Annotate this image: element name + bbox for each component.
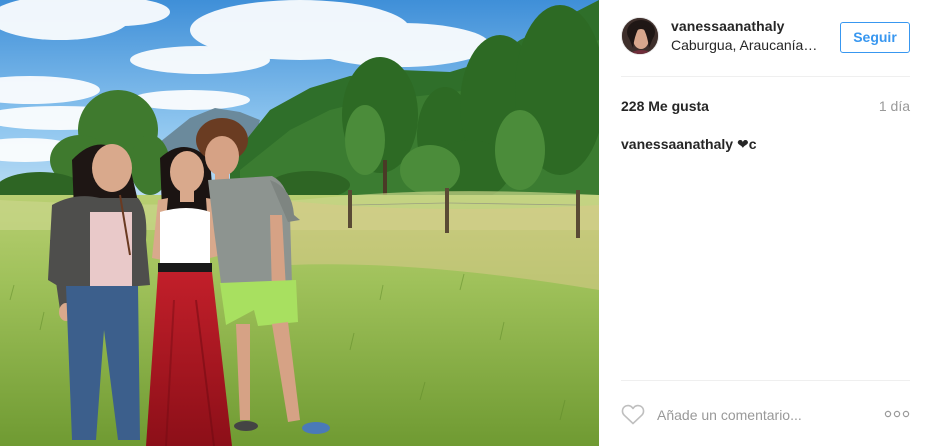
likes-count[interactable]: 228 Me gusta bbox=[621, 98, 709, 114]
post-side-panel: vanessaanathaly Caburgua, Araucanía, Chi… bbox=[599, 0, 932, 446]
location-link[interactable]: Caburgua, Araucanía, Chile bbox=[671, 37, 821, 53]
post-photo[interactable] bbox=[0, 0, 599, 446]
avatar[interactable] bbox=[621, 17, 659, 55]
photo-scene bbox=[0, 0, 599, 446]
header-divider bbox=[621, 76, 910, 77]
caption-username-link[interactable]: vanessaanathaly bbox=[621, 136, 733, 152]
comment-bar bbox=[599, 381, 932, 446]
post-time[interactable]: 1 día bbox=[879, 98, 910, 114]
post-header: vanessaanathaly Caburgua, Araucanía, Chi… bbox=[599, 0, 932, 77]
caption: vanessaanathaly ❤c bbox=[621, 136, 910, 153]
comment-input[interactable] bbox=[657, 405, 857, 425]
instagram-post: vanessaanathaly Caburgua, Araucanía, Chi… bbox=[0, 0, 932, 446]
caption-text: ❤c bbox=[733, 136, 757, 152]
heart-outline-icon[interactable] bbox=[621, 403, 645, 425]
follow-button[interactable]: Seguir bbox=[840, 22, 910, 53]
avatar-image bbox=[622, 18, 658, 54]
more-options-icon[interactable] bbox=[884, 407, 910, 421]
username-link[interactable]: vanessaanathaly bbox=[671, 18, 785, 34]
